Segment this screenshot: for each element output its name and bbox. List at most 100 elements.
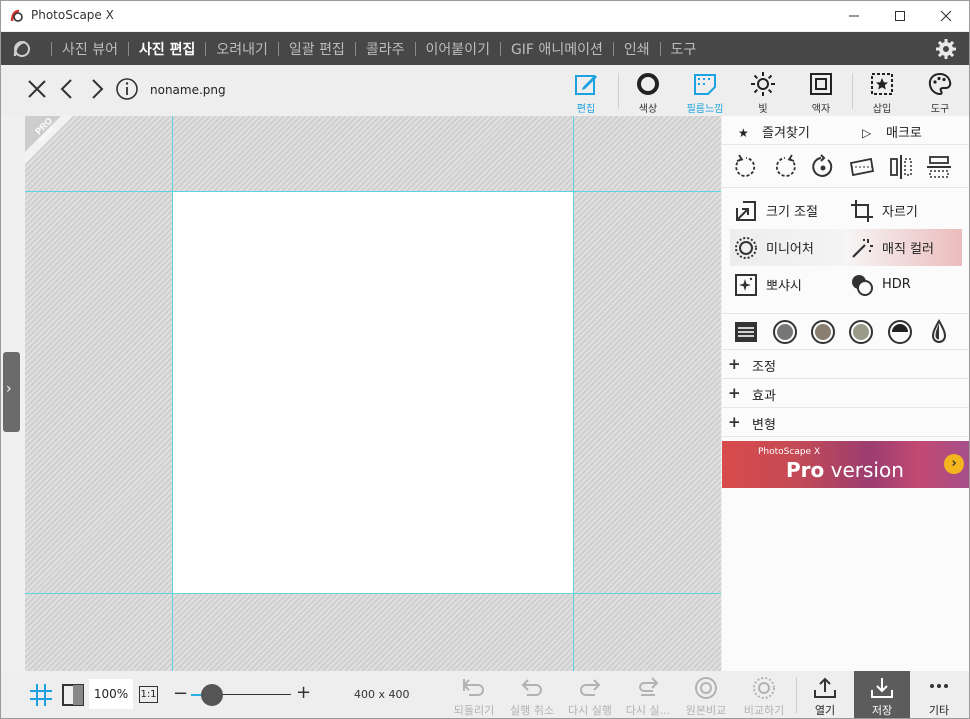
restore-button[interactable]: 되돌리기: [446, 671, 502, 718]
menu-item-batch[interactable]: 일괄 편집: [289, 39, 345, 59]
tool-insert[interactable]: 삽입: [854, 69, 910, 115]
maximize-button[interactable]: [877, 1, 923, 31]
macro-button[interactable]: ▷ 매크로: [862, 122, 922, 141]
previous-icon[interactable]: [55, 77, 79, 101]
next-icon[interactable]: [85, 77, 109, 101]
star-icon: ★: [738, 126, 749, 140]
tool-color-label: 색상: [638, 104, 658, 115]
restore-label: 되돌리기: [453, 704, 495, 717]
close-file-icon[interactable]: [25, 77, 49, 101]
drop-icon[interactable]: [925, 318, 953, 346]
compare-button[interactable]: 비교하기: [736, 671, 792, 718]
editor-toolbar: noname.png 편집 색상 필름느낌 빛 액자 삽입 도구: [1, 65, 969, 115]
list-icon[interactable]: [732, 318, 760, 346]
original-compare-label: 원본비교: [685, 704, 727, 717]
home-logo-icon[interactable]: [11, 38, 33, 60]
hdr-button[interactable]: HDR: [838, 266, 962, 303]
miniature-button[interactable]: 미니어처: [722, 229, 840, 266]
actual-size-button[interactable]: 1:1: [139, 686, 158, 703]
rotate-free-icon[interactable]: [810, 154, 836, 180]
tool-film-label: 필름느낌: [686, 104, 724, 115]
favorites-button[interactable]: ★ 즐겨찾기: [738, 122, 810, 141]
toolbar-separator: [618, 73, 619, 109]
section-effects[interactable]: + 효과: [722, 379, 969, 408]
open-button[interactable]: 열기: [797, 671, 853, 718]
filter-contrast-icon[interactable]: [886, 318, 914, 346]
original-compare-button[interactable]: 원본비교: [678, 671, 734, 718]
pro-version-badge[interactable]: PRO Version: [25, 116, 73, 164]
rotate-left-icon[interactable]: [733, 154, 759, 180]
expand-left-panel-button[interactable]: ›: [3, 352, 20, 432]
more-icon: [930, 684, 948, 688]
banner-brand-text: PhotoScape X: [758, 447, 821, 457]
favorites-label: 즐겨찾기: [762, 126, 810, 141]
open-label: 열기: [814, 704, 836, 717]
tool-edit[interactable]: 편집: [558, 69, 614, 115]
filter-tone-icon[interactable]: [847, 318, 875, 346]
more-button[interactable]: 기타: [911, 671, 967, 718]
background-toggle-icon[interactable]: [61, 683, 85, 707]
more-label: 기타: [928, 704, 950, 717]
section-adjust[interactable]: + 조정: [722, 350, 969, 379]
redo-button[interactable]: 다시 실행: [562, 671, 618, 718]
menu-item-print[interactable]: 인쇄: [624, 39, 650, 59]
palette-icon: [928, 72, 952, 96]
tool-tools[interactable]: 도구: [912, 69, 968, 115]
menu-item-tools[interactable]: 도구: [671, 39, 697, 59]
menu-item-collage[interactable]: 콜라주: [366, 39, 405, 59]
menu-separator: [499, 41, 501, 56]
pro-version-banner[interactable]: PhotoScape X Pro version ›: [722, 441, 969, 488]
redo-label: 다시 실행: [568, 704, 612, 717]
menu-item-cut-out[interactable]: 오려내기: [216, 39, 268, 59]
guide-line: [573, 116, 574, 671]
straighten-icon[interactable]: [849, 154, 875, 180]
redo-all-icon: [639, 677, 659, 696]
info-icon[interactable]: [115, 77, 139, 101]
canvas-area[interactable]: PRO Version: [25, 116, 721, 671]
menu-item-combine[interactable]: 이어붙이기: [426, 39, 490, 59]
redo-all-button[interactable]: 다시 실...: [620, 671, 676, 718]
grid-icon[interactable]: [29, 683, 53, 707]
guide-line: [172, 116, 173, 671]
tool-light[interactable]: 빛: [735, 69, 791, 115]
zoom-slider-thumb[interactable]: [201, 684, 223, 706]
menu-separator: [205, 41, 207, 56]
bottom-bar: 100% 1:1 − + 400 x 400 되돌리기 실행 취소 다시 실행 …: [1, 671, 969, 718]
section-transform[interactable]: + 변형: [722, 408, 969, 437]
sun-icon: [751, 72, 775, 96]
rotate-right-icon[interactable]: [772, 154, 798, 180]
menu-item-photo-viewer[interactable]: 사진 뷰어: [62, 39, 118, 59]
bokeh-button[interactable]: 뽀샤시: [722, 266, 840, 303]
undo-icon: [521, 679, 542, 696]
favorites-row: ★ 즐겨찾기 ▷ 매크로: [722, 116, 969, 145]
gear-icon[interactable]: [935, 38, 957, 60]
macro-label: 매크로: [886, 126, 922, 141]
image-canvas[interactable]: [173, 192, 573, 593]
compare-label: 비교하기: [743, 704, 785, 717]
filter-gray-icon[interactable]: [771, 318, 799, 346]
tool-film[interactable]: 필름느낌: [677, 69, 733, 115]
tool-frame[interactable]: 액자: [793, 69, 849, 115]
filter-sepia-icon[interactable]: [809, 318, 837, 346]
zoom-percent[interactable]: 100%: [89, 679, 133, 709]
crop-button[interactable]: 자르기: [838, 192, 962, 229]
tool-color[interactable]: 색상: [620, 69, 676, 115]
minimize-button[interactable]: [831, 1, 877, 31]
zoom-in-icon[interactable]: +: [296, 682, 311, 703]
image-dimensions: 400 x 400: [354, 688, 410, 701]
flip-horizontal-icon[interactable]: [888, 154, 914, 180]
magic-color-label: 매직 컬러: [882, 242, 934, 257]
flip-vertical-icon[interactable]: [926, 154, 952, 180]
magic-color-button[interactable]: 매직 컬러: [838, 229, 962, 266]
zoom-out-icon[interactable]: −: [173, 683, 188, 704]
menu-item-gif[interactable]: GIF 애니메이션: [511, 39, 603, 59]
save-button[interactable]: 저장: [854, 671, 910, 718]
menu-item-photo-editor[interactable]: 사진 편집: [139, 39, 195, 59]
upload-icon: [814, 677, 836, 698]
hdr-icon: [852, 274, 873, 296]
undo-button[interactable]: 실행 취소: [504, 671, 560, 718]
close-window-button[interactable]: [923, 1, 969, 31]
resize-button[interactable]: 크기 조절: [722, 192, 840, 229]
section-effects-label: 효과: [752, 389, 776, 404]
menu-separator: [659, 41, 661, 56]
